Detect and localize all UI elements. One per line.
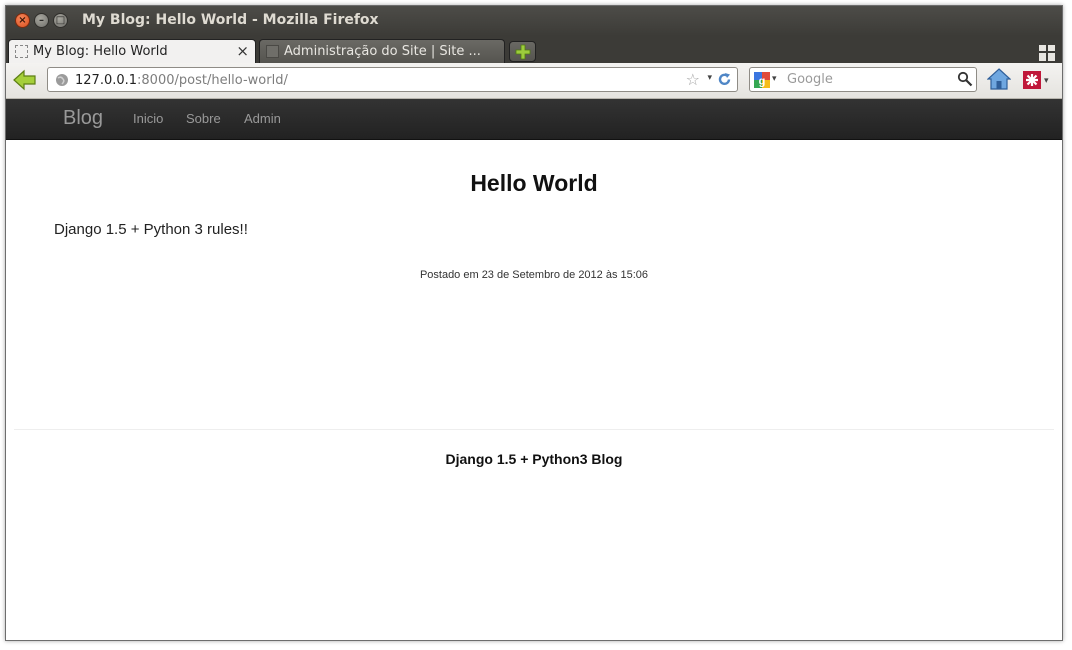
reload-icon (718, 73, 731, 86)
search-bar[interactable]: g ▾ Google (749, 67, 977, 92)
browser-window: × – □ My Blog: Hello World - Mozilla Fir… (5, 5, 1063, 641)
addon-icon (1023, 71, 1041, 89)
tab-groups-icon (1039, 45, 1055, 61)
search-engine-dropdown-icon[interactable]: ▾ (772, 74, 777, 84)
history-dropdown-icon[interactable]: ▾ (707, 73, 712, 83)
window-maximize-button[interactable]: □ (53, 13, 68, 28)
home-button[interactable] (986, 68, 1012, 94)
new-tab-plus-icon (515, 44, 531, 60)
window-minimize-button[interactable]: – (34, 13, 49, 28)
url-host: 127.0.0.1 (75, 73, 138, 88)
page-icon (266, 45, 279, 58)
search-button[interactable] (957, 71, 973, 91)
nav-link-admin[interactable]: Admin (244, 111, 281, 126)
tab-label: Administração do Site | Site ... (284, 44, 481, 59)
site-navbar: Blog Inicio Sobre Admin (6, 99, 1062, 140)
home-icon (986, 68, 1012, 90)
bookmark-star-icon[interactable]: ☆ (686, 70, 700, 89)
footer-divider (14, 429, 1054, 430)
search-input[interactable]: Google (787, 72, 833, 87)
site-brand[interactable]: Blog (63, 107, 103, 130)
new-tab-button[interactable] (509, 41, 536, 62)
blank-page-icon (15, 45, 28, 58)
reload-button[interactable] (717, 72, 732, 91)
minimize-icon: – (39, 15, 44, 26)
post-meta: Postado em 23 de Setembro de 2012 às 15:… (419, 269, 649, 281)
maximize-icon: □ (55, 15, 66, 26)
svg-text:g: g (759, 76, 766, 88)
navigation-toolbar: 127.0.0.1:8000/post/hello-world/ ☆ ▾ g ▾… (6, 63, 1062, 99)
tab-label: My Blog: Hello World (33, 44, 168, 59)
tab-admin-site[interactable]: Administração do Site | Site ... (259, 39, 505, 63)
globe-icon (56, 74, 68, 86)
window-title: My Blog: Hello World - Mozilla Firefox (82, 12, 379, 28)
addon-dropdown-icon[interactable]: ▾ (1044, 76, 1049, 86)
site-footer: Django 1.5 + Python3 Blog (445, 451, 623, 467)
post-title: Hello World (470, 170, 598, 196)
tab-my-blog[interactable]: My Blog: Hello World × (8, 39, 256, 63)
close-icon: × (18, 15, 27, 26)
url-path: :8000/post/hello-world/ (137, 73, 288, 88)
back-button[interactable] (13, 69, 37, 95)
nav-link-sobre[interactable]: Sobre (186, 111, 221, 126)
tab-close-icon[interactable]: × (236, 42, 249, 60)
window-close-button[interactable]: × (15, 13, 30, 28)
google-icon: g (754, 72, 770, 88)
back-arrow-icon (13, 69, 36, 91)
nav-link-inicio[interactable]: Inicio (133, 111, 163, 126)
url-bar[interactable]: 127.0.0.1:8000/post/hello-world/ ☆ ▾ (47, 67, 738, 92)
search-icon (957, 71, 973, 87)
window-titlebar: × – □ My Blog: Hello World - Mozilla Fir… (6, 6, 1062, 36)
tab-groups-button[interactable] (1039, 45, 1055, 65)
post-body: Django 1.5 + Python 3 rules!! (54, 221, 248, 238)
addon-button[interactable] (1023, 71, 1041, 93)
url-text[interactable]: 127.0.0.1:8000/post/hello-world/ (75, 73, 288, 88)
